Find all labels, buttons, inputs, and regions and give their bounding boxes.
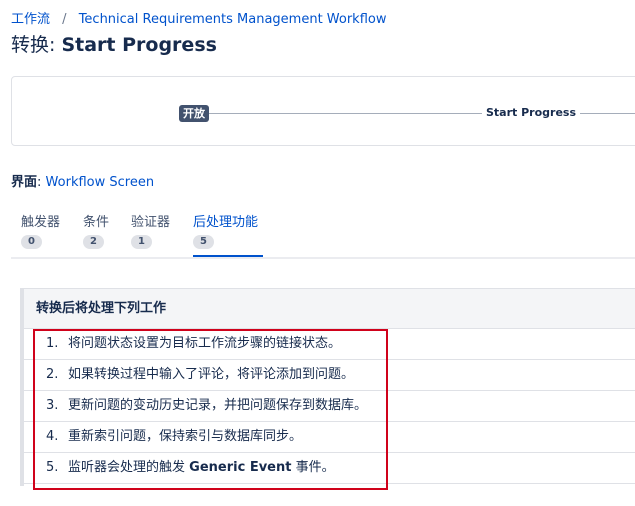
tab-validators[interactable]: 验证器 1 [131,214,170,257]
breadcrumb: 工作流 / Technical Requirements Management … [11,8,387,27]
transition-diagram: 开放 Start Progress [11,76,635,146]
from-status-lozenge: 开放 [179,105,209,122]
screen-link[interactable]: Workflow Screen [46,175,155,190]
tab-validators-label: 验证器 [131,215,171,230]
page-title-transition-name: Start Progress [61,34,217,56]
tabs-bar: 触发器 0 条件 2 验证器 1 后处理功能 5 [11,214,635,259]
list-item-number: 2. [46,367,59,382]
tab-conditions[interactable]: 条件 2 [83,214,109,257]
list-item-text: 如果转换过程中输入了评论，将评论添加到问题。 [68,367,355,382]
page-title-prefix: 转换: [11,34,56,56]
event-name: Generic Event [189,460,292,475]
list-item-number: 5. [46,460,59,475]
post-functions-panel: 转换后将处理下列工作 1. 将问题状态设置为目标工作流步骤的链接状态。 2. 如果转… [20,288,635,486]
post-functions-list: 1. 将问题状态设置为目标工作流步骤的链接状态。 2. 如果转换过程中输入了评论，将… [24,329,635,484]
breadcrumb-workflows-link[interactable]: 工作流 [11,12,50,27]
list-item: 5. 监听器会处理的触发 Generic Event 事件。 [24,453,635,484]
tab-conditions-count: 2 [83,235,104,249]
list-item-text-after: 事件。 [295,460,335,475]
list-item-text: 重新索引问题，保持索引与数据库同步。 [68,429,303,444]
list-item-number: 4. [46,429,59,444]
tab-conditions-label: 条件 [83,215,110,230]
list-item: 3. 更新问题的变动历史记录，并把问题保存到数据库。 [24,391,635,422]
post-functions-header: 转换后将处理下列工作 [24,288,635,329]
screen-colon: : [37,175,42,190]
list-item-number: 1. [46,336,59,351]
tab-post-functions-count: 5 [193,235,214,249]
list-item-text: 更新问题的变动历史记录，并把问题保存到数据库。 [68,398,368,413]
list-item-text: 将问题状态设置为目标工作流步骤的链接状态。 [68,336,342,351]
list-item-text-before: 监听器会处理的触发 [68,460,186,475]
tab-validators-count: 1 [131,235,152,249]
screen-label: 界面 [11,175,38,190]
tab-triggers-count: 0 [21,235,42,249]
transition-label: Start Progress [482,105,581,121]
list-item: 2. 如果转换过程中输入了评论，将评论添加到问题。 [24,360,635,391]
breadcrumb-separator: / [62,12,67,27]
screen-row: 界面: Workflow Screen [11,171,154,190]
tab-triggers[interactable]: 触发器 0 [21,214,60,257]
tab-post-functions[interactable]: 后处理功能 5 [193,214,263,257]
tab-post-functions-label: 后处理功能 [193,215,259,230]
page-title: 转换: Start Progress [11,30,217,57]
list-item: 4. 重新索引问题，保持索引与数据库同步。 [24,422,635,453]
breadcrumb-workflow-link[interactable]: Technical Requirements Management Workfl… [79,12,387,27]
tab-triggers-label: 触发器 [21,215,61,230]
list-item: 1. 将问题状态设置为目标工作流步骤的链接状态。 [24,329,635,360]
list-item-number: 3. [46,398,59,413]
